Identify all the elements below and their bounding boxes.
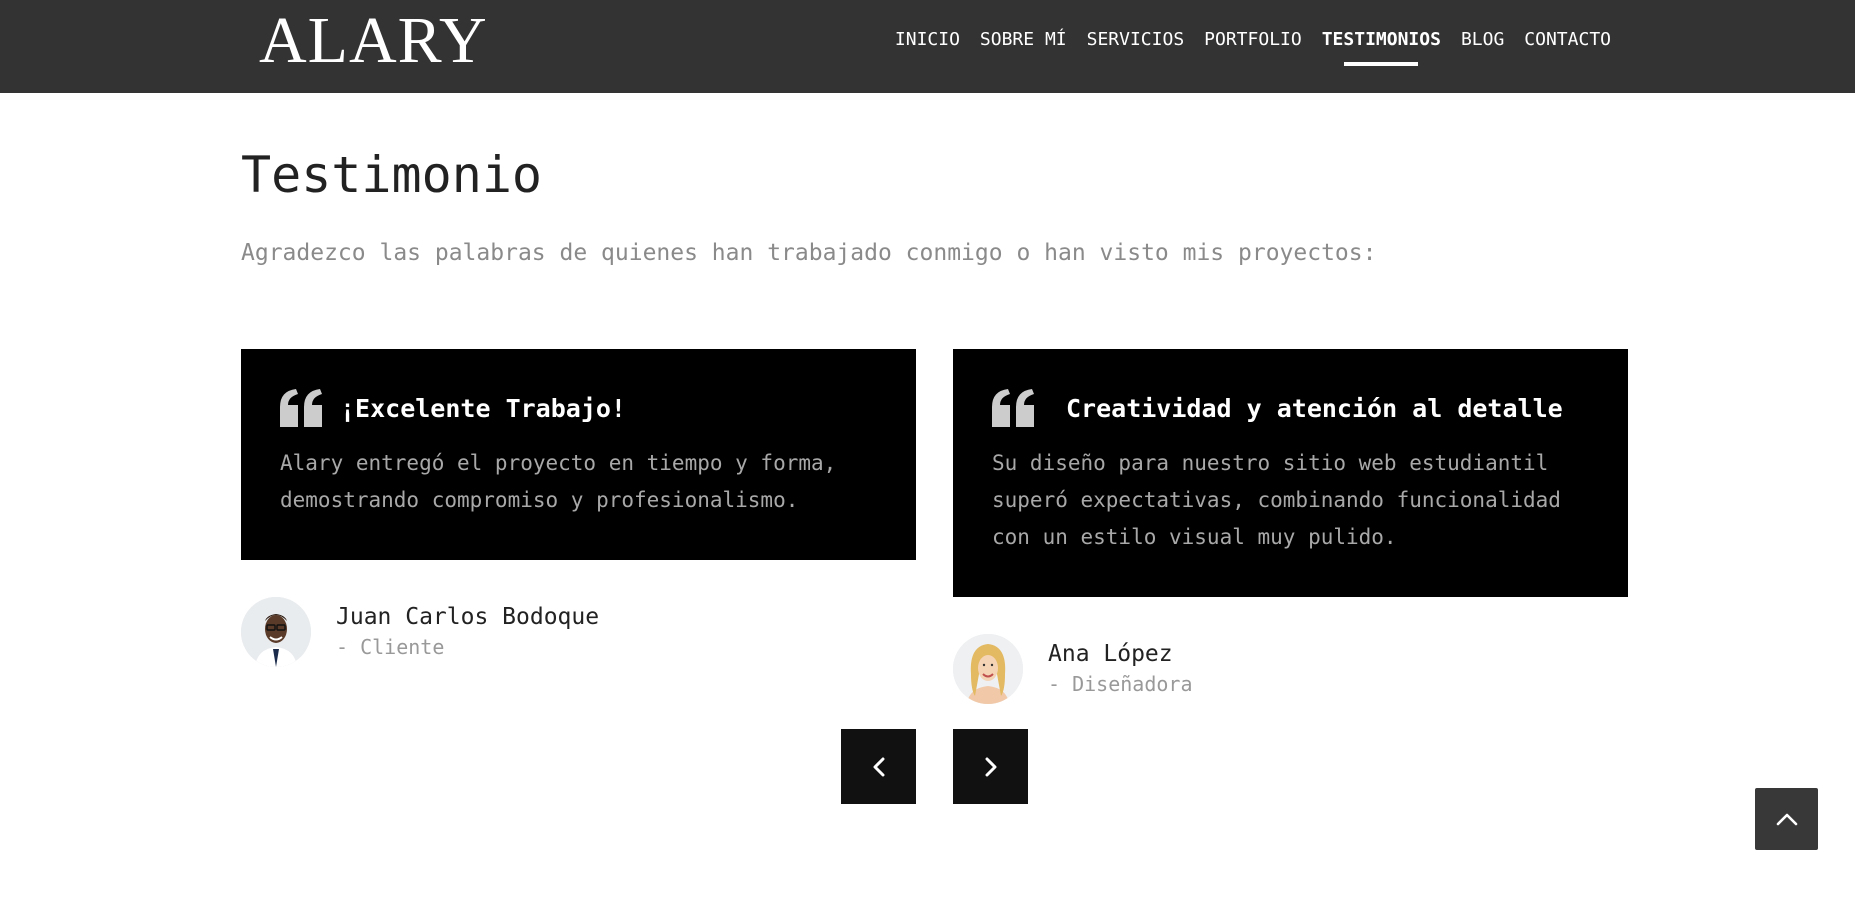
nav-item-inicio[interactable]: INICIO [885, 28, 970, 52]
chevron-up-icon [1776, 813, 1797, 826]
testimonial-text: Alary entregó el proyecto en tiempo y fo… [280, 451, 837, 512]
testimonial-header: Creatividad y atención al detalle [992, 389, 1588, 427]
testimonial-card: Creatividad y atención al detalle Su dis… [953, 349, 1628, 597]
testimonial-author: Ana López - Diseñadora [953, 634, 1193, 704]
author-info: Ana López - Diseñadora [1048, 639, 1193, 699]
back-to-top-button[interactable] [1755, 788, 1818, 850]
nav-item-portfolio[interactable]: PORTFOLIO [1194, 28, 1312, 52]
avatar-man [241, 597, 311, 667]
testimonial-author: Juan Carlos Bodoque - Cliente [241, 597, 599, 667]
testimonial-text: Su diseño para nuestro sitio web estudia… [992, 451, 1561, 549]
testimonial-title: Creatividad y atención al detalle [1066, 393, 1563, 423]
navbar: ALARY INICIO SOBRE MÍ SERVICIOS PORTFOLI… [0, 0, 1855, 93]
avatar [241, 597, 311, 667]
author-role: - Cliente [336, 635, 445, 659]
testimonial-card: ¡Excelente Trabajo! Alary entregó el pro… [241, 349, 916, 560]
carousel-prev-button[interactable] [841, 729, 916, 804]
nav-item-sobre-mi[interactable]: SOBRE MÍ [970, 28, 1077, 52]
main-nav: INICIO SOBRE MÍ SERVICIOS PORTFOLIO TEST… [885, 28, 1621, 52]
author-role: - Diseñadora [1048, 672, 1193, 696]
section-subtitle: Agradezco las palabras de quienes han tr… [241, 240, 1377, 266]
quote-icon [280, 389, 322, 427]
avatar-woman [953, 634, 1023, 704]
author-info: Juan Carlos Bodoque - Cliente [336, 602, 599, 662]
chevron-right-icon [985, 757, 996, 776]
carousel-next-button[interactable] [953, 729, 1028, 804]
nav-item-testimonios[interactable]: TESTIMONIOS [1312, 28, 1451, 52]
nav-item-blog[interactable]: BLOG [1451, 28, 1514, 52]
testimonial-header: ¡Excelente Trabajo! [280, 389, 876, 427]
quote-icon [992, 389, 1034, 427]
nav-item-contacto[interactable]: CONTACTO [1514, 28, 1621, 52]
nav-item-servicios[interactable]: SERVICIOS [1077, 28, 1195, 52]
chevron-left-icon [873, 757, 884, 776]
avatar [953, 634, 1023, 704]
testimonial-title: ¡Excelente Trabajo! [340, 393, 626, 423]
author-name: Juan Carlos Bodoque [336, 604, 600, 630]
author-name: Ana López [1048, 641, 1173, 667]
section-title: Testimonio [241, 146, 543, 204]
site-logo[interactable]: ALARY [259, 2, 488, 80]
